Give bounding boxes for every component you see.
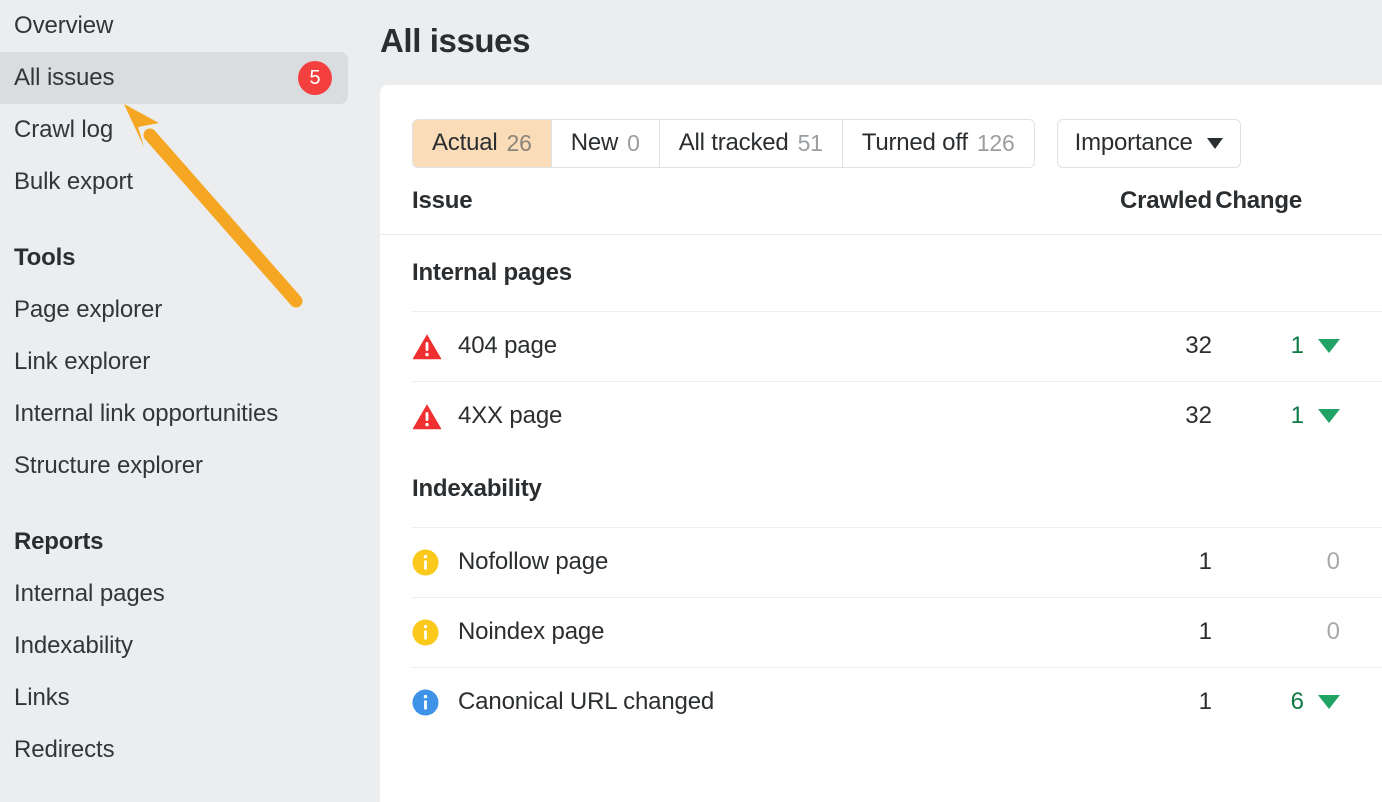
table-row[interactable]: Noindex page 1 0 [380,597,1382,667]
warning-triangle-icon [412,403,458,430]
issues-table: Issue Crawled Change Internal pages 404 … [380,168,1382,737]
sidebar-item-label: Internal link opportunities [14,400,364,428]
table-group-header: Indexability [380,451,1382,527]
sidebar-item-indexability[interactable]: Indexability [0,620,380,672]
main-content: All issues Actual 26 New 0 All tracked 5… [380,0,1382,802]
sidebar-item-label: Indexability [14,632,364,660]
triangle-down-icon [1318,409,1340,423]
change-value: 6 [1291,688,1304,716]
change-value: 1 [1291,332,1304,360]
column-header-change[interactable]: Change [1212,187,1382,215]
column-header-crawled[interactable]: Crawled [1042,187,1212,215]
tab-all-tracked[interactable]: All tracked 51 [660,120,843,167]
status-badge: 5 [298,61,332,95]
importance-filter-button[interactable]: Importance [1057,119,1241,168]
change-cell: 0 [1212,548,1382,576]
tab-actual[interactable]: Actual 26 [413,120,552,167]
sidebar-item-label: Redirects [14,736,364,764]
warning-triangle-icon [412,333,458,360]
tab-label: Turned off [862,129,968,157]
sidebar-item-structure-explorer[interactable]: Structure explorer [0,440,380,492]
info-circle-icon [412,549,458,576]
tab-group: Actual 26 New 0 All tracked 51 Turned of… [412,119,1035,168]
tab-count: 26 [507,130,532,157]
sidebar-heading-tools: Tools [0,232,380,284]
column-header-issue[interactable]: Issue [412,187,1042,215]
sidebar-item-links[interactable]: Links [0,672,380,724]
tab-label: Actual [432,129,498,157]
sidebar: Overview All issues 5 Crawl log Bulk exp… [0,0,380,802]
issue-label: Nofollow page [458,548,608,576]
table-header-row: Issue Crawled Change [380,168,1382,235]
table-row[interactable]: Nofollow page 1 0 [380,527,1382,597]
tab-label: New [571,129,618,157]
tab-turned-off[interactable]: Turned off 126 [843,120,1034,167]
sidebar-item-all-issues[interactable]: All issues 5 [0,52,348,104]
tab-count: 0 [627,130,640,157]
change-cell: 1 [1212,332,1382,360]
info-circle-icon [412,619,458,646]
crawled-value: 1 [1042,688,1212,716]
importance-filter-label: Importance [1075,129,1193,157]
tab-new[interactable]: New 0 [552,120,660,167]
toolbar: Actual 26 New 0 All tracked 51 Turned of… [380,85,1382,168]
tab-count: 51 [798,130,823,157]
sidebar-item-label: Bulk export [14,168,364,196]
issue-label: Canonical URL changed [458,688,714,716]
sidebar-item-label: Link explorer [14,348,364,376]
sidebar-item-label: All issues [14,64,298,92]
sidebar-item-label: Structure explorer [14,452,364,480]
crawled-value: 1 [1042,548,1212,576]
sidebar-item-link-explorer[interactable]: Link explorer [0,336,380,388]
crawled-value: 1 [1042,618,1212,646]
page-title: All issues [380,0,1382,60]
table-group-header: Internal pages [380,235,1382,311]
sidebar-item-label: Overview [14,12,364,40]
issues-card: Actual 26 New 0 All tracked 51 Turned of… [380,85,1382,802]
sidebar-item-label: Links [14,684,364,712]
sidebar-heading-reports: Reports [0,516,380,568]
crawled-value: 32 [1042,332,1212,360]
issue-cell: Canonical URL changed [412,688,1042,716]
table-row[interactable]: Canonical URL changed 1 6 [380,667,1382,737]
sidebar-spacer-1 [0,208,380,232]
triangle-down-icon [1318,695,1340,709]
change-value: 0 [1327,618,1340,646]
sidebar-item-label: Internal pages [14,580,364,608]
sidebar-item-label: Crawl log [14,116,364,144]
tab-label: All tracked [679,129,789,157]
issue-label: 404 page [458,332,557,360]
table-row[interactable]: 4XX page 32 1 [380,381,1382,451]
sidebar-item-bulk-export[interactable]: Bulk export [0,156,380,208]
sidebar-item-redirects[interactable]: Redirects [0,724,380,776]
issue-cell: Nofollow page [412,548,1042,576]
triangle-down-icon [1318,339,1340,353]
issue-cell: Noindex page [412,618,1042,646]
change-cell: 0 [1212,618,1382,646]
crawled-value: 32 [1042,402,1212,430]
sidebar-item-internal-link-opportunities[interactable]: Internal link opportunities [0,388,380,440]
sidebar-item-crawl-log[interactable]: Crawl log [0,104,380,156]
sidebar-item-page-explorer[interactable]: Page explorer [0,284,380,336]
chevron-down-icon [1207,138,1223,149]
tab-count: 126 [977,130,1015,157]
table-row[interactable]: 404 page 32 1 [380,311,1382,381]
change-cell: 6 [1212,688,1382,716]
issue-cell: 404 page [412,332,1042,360]
sidebar-item-label: Page explorer [14,296,364,324]
issue-label: 4XX page [458,402,562,430]
issue-cell: 4XX page [412,402,1042,430]
sidebar-spacer-2 [0,492,380,516]
change-value: 0 [1327,548,1340,576]
sidebar-item-overview[interactable]: Overview [0,0,380,52]
issue-label: Noindex page [458,618,604,646]
sidebar-item-internal-pages[interactable]: Internal pages [0,568,380,620]
change-value: 1 [1291,402,1304,430]
change-cell: 1 [1212,402,1382,430]
info-circle-icon [412,689,458,716]
